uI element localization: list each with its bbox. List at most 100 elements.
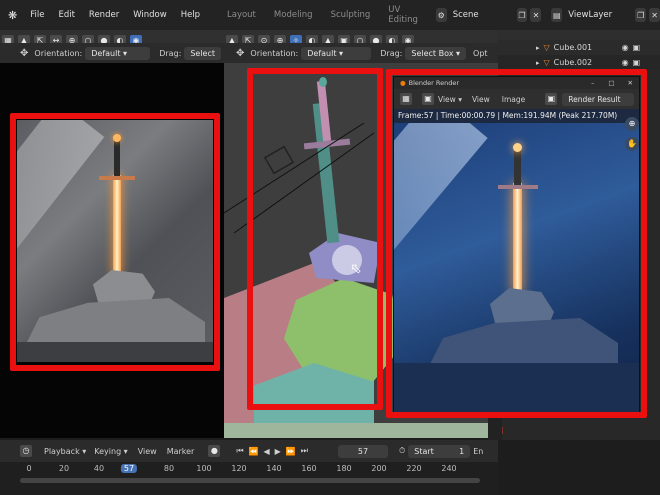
timeline-view-menu[interactable]: View: [138, 447, 157, 456]
mesh-object-icon: ▽: [543, 43, 550, 52]
outliner-row[interactable]: ▸ ▽ Cube.001 ◉ ▣: [498, 40, 660, 55]
mesh-object-icon: ▽: [543, 58, 550, 67]
render-sword-blade: [513, 183, 522, 293]
jump-end-icon[interactable]: ⏭: [301, 446, 308, 456]
orientation-dropdown[interactable]: Default ▾: [85, 46, 151, 60]
end-label[interactable]: En: [473, 447, 483, 456]
timeline-panel: ◷ Playback ▾ Keying ▾ View Marker ● ⏮ ⏪ …: [0, 440, 498, 495]
close-icon[interactable]: ✕: [628, 79, 633, 87]
scene-close-icon[interactable]: ✕: [530, 8, 542, 22]
top-bar: ❋ File Edit Render Window Help Layout Mo…: [0, 0, 660, 30]
mid-viewport-tool-settings: ✥ Orientation: Default ▾ Drag: Select Bo…: [224, 43, 498, 63]
start-value: 1: [459, 446, 465, 456]
sword-blade: [113, 175, 121, 275]
image-icon[interactable]: ▣: [422, 93, 434, 105]
frame-tick: 220: [406, 464, 422, 473]
image-menu[interactable]: Image: [502, 95, 526, 104]
minimize-icon[interactable]: –: [591, 79, 594, 87]
pan-hand-icon[interactable]: ✋: [625, 137, 639, 151]
expand-arrow-icon[interactable]: ▸: [536, 59, 540, 67]
sword-pommel: [113, 134, 121, 142]
outliner-item-name[interactable]: Cube.002: [554, 58, 622, 67]
render-window-app-icon: ●: [400, 79, 406, 87]
mid-drag-dropdown-value: Select Box: [411, 48, 454, 58]
menu-window[interactable]: Window: [126, 10, 174, 20]
left-render-image: [17, 120, 213, 362]
expand-arrow-icon[interactable]: ▸: [536, 44, 540, 52]
keying-dropdown[interactable]: Keying ▾: [94, 447, 127, 456]
stopwatch-icon[interactable]: ⏱: [399, 446, 405, 456]
move-tool-icon[interactable]: ✥: [20, 48, 28, 59]
image-editor-type-icon[interactable]: ▦: [400, 93, 412, 105]
visibility-eye-icon[interactable]: ◉: [622, 58, 629, 67]
zoom-icon[interactable]: ⊕: [625, 117, 639, 131]
view-menu[interactable]: View: [472, 95, 490, 104]
visibility-eye-icon[interactable]: ◉: [622, 43, 629, 52]
viewlayer-copy-icon[interactable]: ❐: [635, 8, 647, 22]
start-label: Start: [414, 446, 434, 456]
mid-move-tool-icon[interactable]: ✥: [236, 48, 244, 59]
outliner-row[interactable]: ▸ ▽ Cube.002 ◉ ▣: [498, 55, 660, 70]
menu-edit[interactable]: Edit: [51, 10, 81, 20]
tab-layout[interactable]: Layout: [218, 10, 265, 20]
render-ground: [394, 363, 639, 413]
menu-file[interactable]: File: [23, 10, 51, 20]
current-frame-indicator[interactable]: 57: [120, 464, 138, 473]
render-slot-icon[interactable]: ▣: [545, 93, 558, 105]
render-window[interactable]: ● Blender Render – □ ✕ ▦ ▣ View ▾ View I…: [393, 76, 640, 414]
viewlayer-icon[interactable]: ▤: [551, 8, 563, 22]
frame-tick: 120: [231, 464, 247, 473]
render-camera-icon[interactable]: ▣: [633, 43, 641, 52]
bottom-mesh-strip: [224, 423, 498, 438]
mid-options-button[interactable]: Opt: [473, 49, 488, 58]
render-rock-base: [428, 318, 618, 368]
frame-tick: 40: [93, 464, 105, 473]
jump-start-icon[interactable]: ⏮: [236, 446, 243, 456]
timeline-editor-icon[interactable]: ◷: [20, 445, 32, 457]
play-icon[interactable]: ▶: [275, 447, 281, 456]
timeline-marker-menu[interactable]: Marker: [167, 447, 195, 456]
start-frame-field[interactable]: Start 1: [408, 444, 471, 458]
render-window-titlebar[interactable]: ● Blender Render – □ ✕: [394, 77, 639, 89]
drag-label: Drag:: [159, 48, 182, 58]
menu-help[interactable]: Help: [174, 10, 207, 20]
render-result-dropdown[interactable]: Render Result: [562, 92, 635, 106]
outliner-item-name[interactable]: Cube.001: [554, 43, 622, 52]
left-viewport-tool-settings: ✥ Orientation: Default ▾ Drag: Select: [0, 43, 224, 63]
scene-selector-icon[interactable]: ⚙: [435, 8, 447, 22]
tab-sculpting[interactable]: Sculpting: [322, 10, 380, 20]
frame-tick: 160: [301, 464, 317, 473]
viewlayer-name[interactable]: ViewLayer: [568, 10, 635, 20]
next-keyframe-icon[interactable]: ⏩: [286, 447, 296, 456]
keying-dropdown-label: Keying: [94, 446, 122, 456]
frame-tick: 200: [371, 464, 387, 473]
tab-uv-editing[interactable]: UV Editing: [379, 5, 432, 25]
frame-tick: 180: [336, 464, 352, 473]
render-sword-hilt: [514, 149, 521, 185]
mid-orientation-dropdown[interactable]: Default ▾: [301, 46, 372, 60]
prev-keyframe-icon[interactable]: ⏪: [249, 447, 259, 456]
record-icon[interactable]: ●: [208, 445, 221, 457]
viewlayer-close-icon[interactable]: ✕: [649, 8, 660, 22]
render-sword-pommel: [513, 143, 522, 152]
timeline-header: ◷ Playback ▾ Keying ▾ View Marker ● ⏮ ⏪ …: [0, 440, 498, 462]
drag-dropdown[interactable]: Select: [184, 46, 221, 60]
frame-tick: 0: [26, 464, 32, 473]
timeline-scrollbar[interactable]: [20, 478, 480, 483]
mid-drag-dropdown[interactable]: Select Box ▾: [405, 46, 467, 60]
current-frame-field[interactable]: 57: [338, 444, 388, 458]
tab-modeling[interactable]: Modeling: [265, 10, 322, 20]
maximize-icon[interactable]: □: [608, 79, 614, 87]
scene-copy-icon[interactable]: ❐: [516, 8, 528, 22]
view-dropdown[interactable]: View ▾: [438, 95, 462, 104]
blender-logo-icon[interactable]: ❋: [8, 9, 17, 22]
rock-base: [25, 298, 205, 346]
orientation-label: Orientation:: [34, 48, 83, 58]
playback-dropdown[interactable]: Playback ▾: [44, 447, 86, 456]
ground: [17, 342, 213, 362]
scene-name[interactable]: Scene: [453, 10, 517, 20]
render-window-toolbar: ▦ ▣ View ▾ View Image ▣ Render Result: [394, 89, 639, 109]
menu-render[interactable]: Render: [82, 10, 126, 20]
render-camera-icon[interactable]: ▣: [633, 58, 641, 67]
play-reverse-icon[interactable]: ◀: [264, 447, 270, 456]
